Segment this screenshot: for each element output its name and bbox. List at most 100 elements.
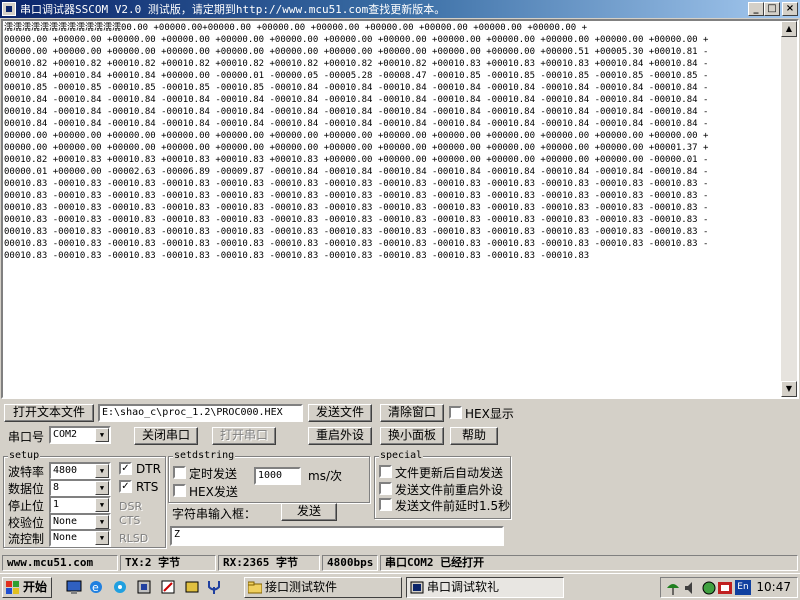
minimize-button[interactable]: _	[748, 2, 764, 16]
windows-logo-icon	[6, 581, 19, 594]
fork-icon[interactable]	[206, 579, 222, 595]
task-serial-debug[interactable]: 串口调试软礼	[406, 577, 564, 598]
task-interface-test[interactable]: 接口测试软件	[244, 577, 402, 598]
chevron-down-icon[interactable]: ▼	[95, 464, 109, 478]
databits-select[interactable]: 8 ▼	[49, 479, 111, 497]
output-line: 00000.00 +00000.00 +00000.00 +00000.00 +…	[4, 47, 709, 57]
output-line: 00010.83 -00010.83 -00010.83 -00010.83 -…	[4, 251, 590, 261]
output-line: 00010.84 +00010.84 +00010.84 +00000.00 -…	[4, 71, 709, 81]
timed-send-label: 定时发送	[189, 467, 238, 481]
scroll-down-button[interactable]: ▼	[781, 381, 797, 397]
globe-icon[interactable]	[701, 580, 717, 596]
vertical-scrollbar[interactable]: ▲ ▼	[781, 21, 797, 397]
baud-select[interactable]: 4800 ▼	[49, 462, 111, 480]
help-button[interactable]: 帮助	[450, 427, 498, 445]
hex-send-checkbox[interactable]	[173, 484, 186, 497]
open-port-button[interactable]: 打开串口	[212, 427, 276, 445]
output-line: 00010.82 +00010.82 +00010.82 +00010.82 +…	[4, 59, 709, 69]
file-path-field[interactable]: E:\shao_c\proc_1.2\PROC000.HEX	[98, 404, 303, 422]
restart-device-button[interactable]: 重启外设	[308, 427, 372, 445]
speaker-icon[interactable]	[683, 580, 699, 596]
flow-label: 流控制	[8, 532, 45, 546]
send-file-button[interactable]: 发送文件	[308, 404, 372, 422]
close-button[interactable]: ×	[782, 2, 798, 16]
status-rx: RX:2365 字节	[218, 555, 320, 571]
output-line: 00010.85 -00010.85 -00010.85 -00010.85 -…	[4, 83, 709, 93]
stopbits-select[interactable]: 1 ▼	[49, 496, 111, 514]
restart-before-send-label: 发送文件前重启外设	[395, 483, 504, 497]
tool-icon[interactable]	[184, 579, 200, 595]
output-line: 00010.83 -00010.83 -00010.83 -00010.83 -…	[4, 227, 709, 237]
clock: 10:47	[756, 580, 791, 594]
swap-panel-button[interactable]: 换小面板	[380, 427, 444, 445]
status-tx: TX:2 字节	[120, 555, 216, 571]
maximize-button[interactable]: □	[764, 2, 780, 16]
editor-icon[interactable]	[160, 579, 176, 595]
delay-before-send-checkbox[interactable]	[379, 498, 392, 511]
chevron-down-icon[interactable]: ▼	[95, 498, 109, 512]
flow-select-value: None	[53, 532, 78, 543]
output-line: 00000.00 +00000.00 +00000.00 +00000.00 +…	[4, 143, 709, 153]
chevron-down-icon[interactable]: ▼	[95, 515, 109, 529]
rts-checkbox[interactable]: ✓	[119, 480, 132, 493]
auto-send-on-update-checkbox[interactable]	[379, 465, 392, 478]
close-port-button[interactable]: 关闭串口	[134, 427, 198, 445]
dtr-label: DTR	[136, 462, 161, 476]
status-site: www.mcu51.com	[2, 555, 118, 571]
timed-send-checkbox[interactable]	[173, 466, 186, 479]
output-line: 00010.84 -00010.84 -00010.84 -00010.84 -…	[4, 95, 709, 105]
output-line: 00010.83 -00010.83 -00010.83 -00010.83 -…	[4, 215, 709, 225]
restart-before-send-checkbox[interactable]	[379, 482, 392, 495]
send-button[interactable]: 发送	[281, 503, 337, 521]
baud-label: 波特率	[8, 465, 45, 479]
clear-window-button[interactable]: 清除窗口	[380, 404, 444, 422]
special-group-title: special	[379, 450, 424, 462]
status-bar: www.mcu51.com TX:2 字节 RX:2365 字节 4800bps…	[0, 554, 800, 572]
chevron-down-icon[interactable]: ▼	[95, 428, 109, 442]
output-line: 00010.83 -00010.83 -00010.83 -00010.83 -…	[4, 191, 709, 201]
stopbits-label: 停止位	[8, 499, 45, 513]
output-line: 00010.83 -00010.83 -00010.83 -00010.83 -…	[4, 239, 709, 249]
chevron-down-icon[interactable]: ▼	[95, 481, 109, 495]
baud-select-value: 4800	[53, 465, 78, 476]
setdstring-group-title: setdstring	[173, 450, 236, 462]
window-title: 串口调试器SSCOM V2.0 测试版，请定期到http://www.mcu51…	[20, 3, 446, 16]
task-interface-test-label: 接口测试软件	[265, 580, 338, 594]
status-bps: 4800bps	[322, 555, 378, 571]
output-line: 00010.83 -00010.83 -00010.83 -00010.83 -…	[4, 179, 709, 189]
dtr-checkbox[interactable]: ✓	[119, 462, 132, 475]
parity-label: 校验位	[8, 516, 45, 530]
databits-select-value: 8	[53, 482, 60, 493]
language-indicator[interactable]: En	[735, 580, 751, 595]
serial-app-icon	[410, 581, 424, 594]
port-select-value: COM2	[53, 429, 78, 440]
rlsd-indicator: RLSD	[119, 532, 149, 545]
start-button[interactable]: 开始	[2, 577, 52, 598]
media-icon[interactable]	[112, 579, 128, 595]
port-select[interactable]: COM2 ▼	[49, 426, 111, 444]
output-line: 00000.00 +00000.00 +00000.00 +00000.00 +…	[4, 35, 709, 45]
network-icon[interactable]	[665, 580, 681, 596]
receive-output-area[interactable]: 濡濡濡濡濡濡濡濡濡濡濡濡濡00.00 +00000.00+00000.00 +0…	[1, 19, 799, 399]
ie-icon[interactable]: e	[88, 579, 104, 595]
app-icon	[2, 2, 16, 16]
hex-display-checkbox[interactable]	[449, 406, 462, 419]
output-line: 00010.84 -00010.84 -00010.84 -00010.84 -…	[4, 119, 709, 129]
flow-select[interactable]: None ▼	[49, 529, 111, 547]
scroll-up-button[interactable]: ▲	[781, 21, 797, 37]
string-input-field[interactable]: Z	[170, 526, 504, 546]
send-interval-input[interactable]: 1000	[254, 467, 301, 485]
input-method-icon[interactable]	[717, 580, 733, 596]
stopbits-select-value: 1	[53, 499, 60, 510]
output-line: 00010.84 -00010.84 -00010.84 -00010.84 -…	[4, 107, 709, 117]
databits-label: 数据位	[8, 482, 45, 496]
open-text-file-button[interactable]: 打开文本文件	[4, 404, 94, 422]
cts-indicator: CTS	[119, 514, 141, 527]
output-line: 濡濡濡濡濡濡濡濡濡濡濡濡濡00.00 +00000.00+00000.00 +0…	[4, 23, 587, 33]
app-shortcut-icon[interactable]	[136, 579, 152, 595]
desktop-icon[interactable]	[66, 579, 82, 595]
output-line: 00010.83 -00010.83 -00010.83 -00010.83 -…	[4, 203, 709, 213]
auto-send-on-update-label: 文件更新后自动发送	[395, 466, 504, 480]
chevron-down-icon[interactable]: ▼	[95, 531, 109, 545]
setup-group-title: setup	[8, 450, 41, 462]
